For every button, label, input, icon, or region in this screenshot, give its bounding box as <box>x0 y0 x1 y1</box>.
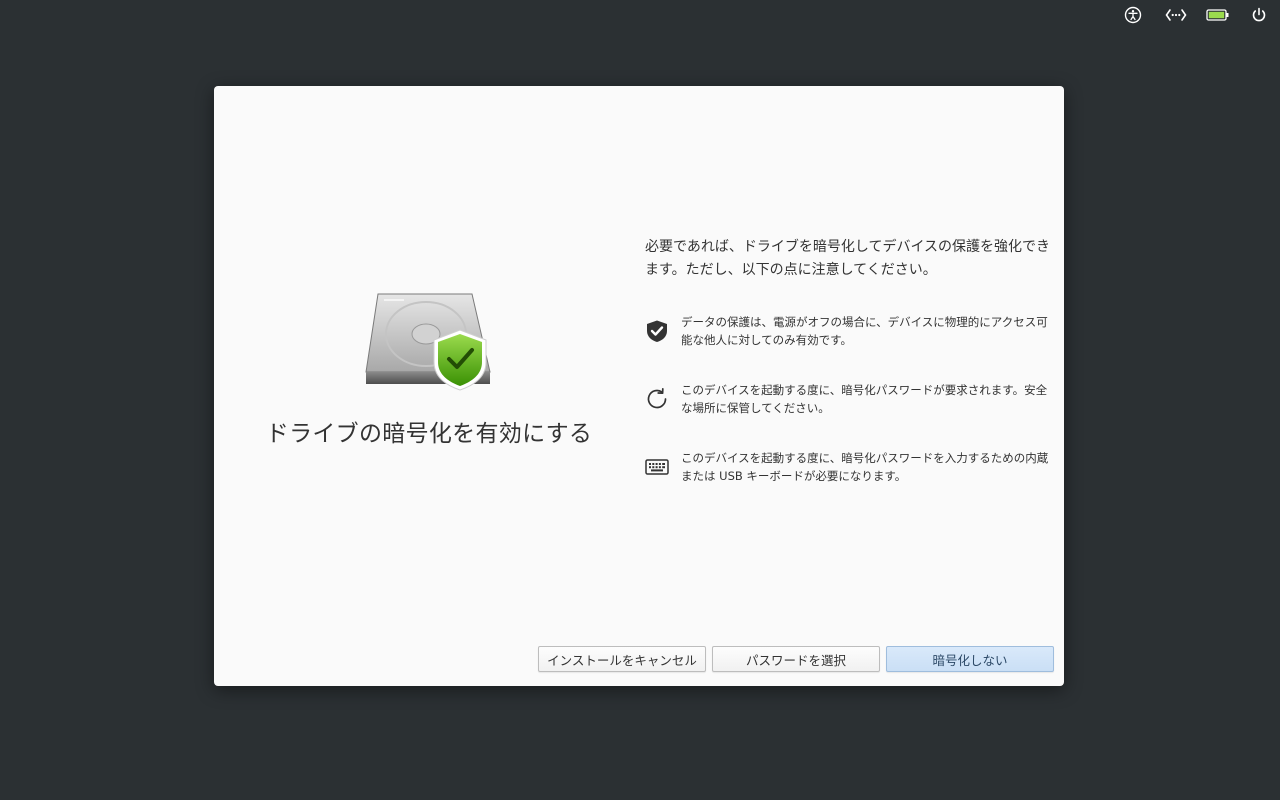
accessibility-icon[interactable] <box>1124 6 1142 24</box>
power-icon[interactable] <box>1250 6 1268 24</box>
network-icon[interactable] <box>1165 6 1187 24</box>
drive-harddisk-encrypted-icon <box>364 286 496 402</box>
list-item-text: このデバイスを起動する度に、暗号化パスワードが要求されます。安全な場所に保管して… <box>681 383 1048 415</box>
hero-section: ドライブの暗号化を有効にする <box>244 286 614 456</box>
list-item-text: このデバイスを起動する度に、暗号化パスワードを入力するための内蔵または USB … <box>681 451 1049 483</box>
keyboard-icon <box>645 455 669 479</box>
intro-text: 必要であれば、ドライブを暗号化してデバイスの保護を強化できます。ただし、以下の点… <box>645 239 1051 278</box>
list-item-text: データの保護は、電源がオフの場合に、デバイスに物理的にアクセス可能な他人に対して… <box>681 315 1048 347</box>
choose-password-button[interactable]: パスワードを選択 <box>712 646 880 672</box>
no-encryption-button[interactable]: 暗号化しない <box>886 646 1054 672</box>
cancel-install-button[interactable]: インストールをキャンセル <box>538 646 706 672</box>
page-title: ドライブの暗号化を有効にする <box>265 421 593 447</box>
top-panel <box>0 0 1280 30</box>
refresh-icon <box>645 387 669 411</box>
installer-window: ドライブの暗号化を有効にする 必要であれば、ドライブを暗号化してデバイスの保護を… <box>214 86 1064 686</box>
battery-icon[interactable] <box>1206 6 1230 24</box>
shield-check-icon <box>645 319 669 343</box>
